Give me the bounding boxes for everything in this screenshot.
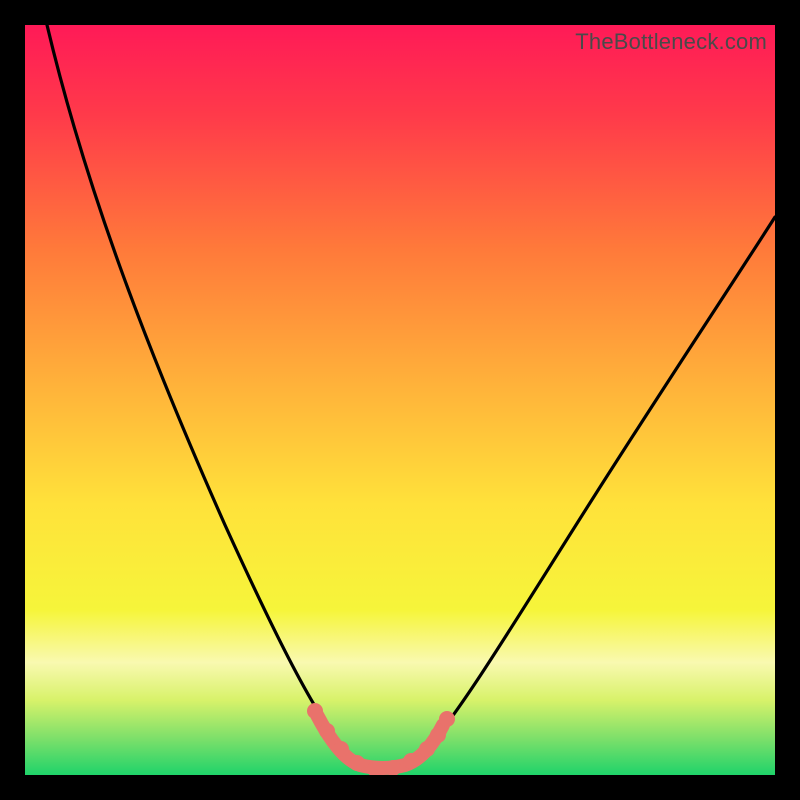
background-gradient [25,25,775,775]
watermark-text: TheBottleneck.com [575,29,767,55]
chart-frame: TheBottleneck.com [25,25,775,775]
